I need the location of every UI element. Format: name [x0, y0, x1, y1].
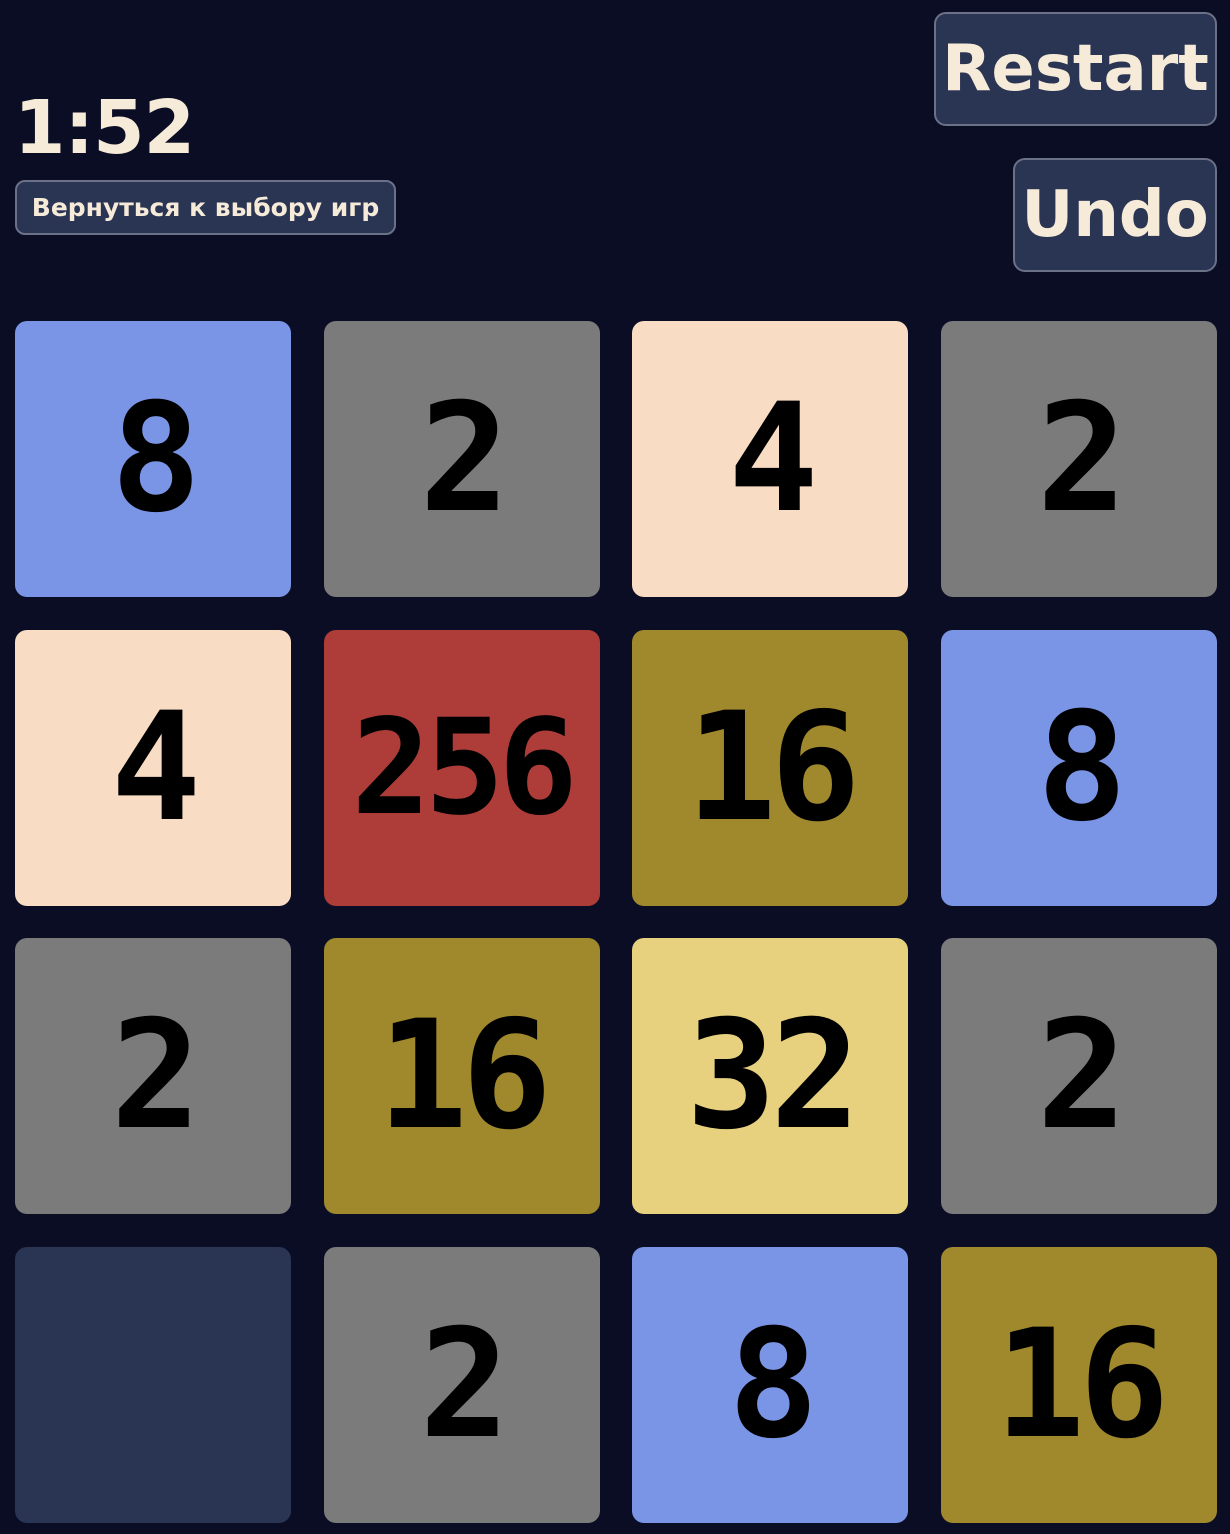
tile-16: 16 — [941, 1247, 1217, 1523]
tile-256: 256 — [323, 629, 600, 906]
tile-16: 16 — [323, 938, 600, 1215]
empty-tile — [15, 1247, 291, 1523]
tile-8: 8 — [941, 629, 1217, 906]
tile-2: 2 — [323, 321, 600, 597]
tile-4: 4 — [15, 629, 291, 906]
tile-8: 8 — [15, 321, 291, 597]
tile-32: 32 — [632, 938, 909, 1215]
tile-4: 4 — [632, 321, 909, 597]
game-board[interactable]: 8 2 4 2 4 256 16 8 2 16 32 2 2 8 16 — [15, 321, 1217, 1523]
tile-2: 2 — [15, 938, 291, 1215]
tile-16: 16 — [632, 629, 909, 906]
back-to-games-button[interactable]: Вернуться к выбору игр — [15, 180, 396, 235]
timer: 1:52 — [14, 85, 195, 171]
undo-button[interactable]: Undo — [1013, 158, 1217, 272]
tile-2: 2 — [323, 1247, 600, 1523]
tile-2: 2 — [941, 938, 1217, 1215]
restart-button[interactable]: Restart — [934, 12, 1217, 126]
tile-8: 8 — [632, 1247, 909, 1523]
tile-2: 2 — [941, 321, 1217, 597]
